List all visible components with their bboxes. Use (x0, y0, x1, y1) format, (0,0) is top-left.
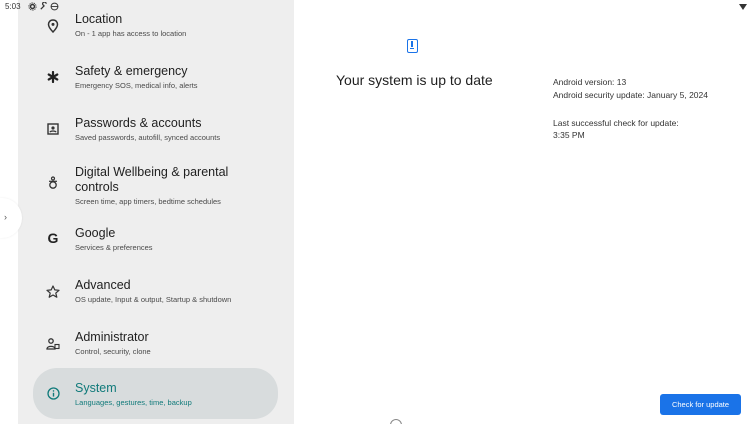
sidebar-item-subtitle: Screen time, app timers, bedtime schedul… (75, 197, 221, 206)
sidebar-item-title: Google (75, 226, 116, 240)
sidebar-item-safety[interactable]: Safety & emergency Emergency SOS, medica… (33, 56, 278, 98)
android-version: Android version: 13 (553, 77, 627, 87)
sidebar-item-google[interactable]: G Google Services & preferences (33, 218, 278, 260)
sidebar-item-title: Digital Wellbeing & parental controls (75, 165, 229, 194)
page-title: Your system is up to date (336, 72, 493, 88)
wifi-icon (739, 4, 747, 10)
sidebar-item-subtitle: Control, security, clone (75, 347, 151, 356)
last-check-label: Last successful check for update: (553, 118, 679, 128)
chevron-right-icon: › (4, 212, 7, 222)
last-check-time: 3:35 PM (553, 130, 585, 140)
sidebar-item-digital-wellbeing[interactable]: Digital Wellbeing & parental controls Sc… (33, 160, 278, 206)
info-icon (45, 385, 61, 401)
admin-icon (45, 335, 61, 351)
security-update: Android security update: January 5, 2024 (553, 90, 708, 100)
sidebar-item-subtitle: OS update, Input & output, Startup & shu… (75, 295, 232, 304)
vpn-icon (50, 2, 59, 11)
sidebar-item-subtitle: On - 1 app has access to location (75, 29, 187, 38)
wellbeing-icon (45, 175, 61, 191)
home-indicator[interactable] (390, 419, 402, 424)
sidebar-item-title: Administrator (75, 330, 149, 344)
wrench-icon (40, 2, 47, 10)
settings-gear-icon (28, 2, 37, 11)
sidebar-item-subtitle: Saved passwords, autofill, synced accoun… (75, 133, 221, 142)
asterisk-icon (45, 69, 61, 85)
sidebar-item-passwords[interactable]: Passwords & accounts Saved passwords, au… (33, 108, 278, 150)
status-bar: 5:03 (0, 0, 753, 16)
account-box-icon (45, 121, 61, 137)
google-icon: G (47, 230, 59, 246)
star-outline-icon (45, 283, 61, 299)
screen: 5:03 Location On - 1 app has access to l… (0, 0, 753, 424)
status-time: 5:03 (5, 2, 21, 11)
sidebar-item-subtitle: Services & preferences (75, 243, 153, 252)
settings-sidebar[interactable]: Location On - 1 app has access to locati… (18, 0, 294, 424)
system-update-icon (407, 39, 418, 53)
sidebar-item-title: System (75, 381, 117, 395)
sidebar-item-title: Passwords & accounts (75, 116, 202, 130)
sidebar-item-system[interactable]: System Languages, gestures, time, backup (33, 368, 278, 419)
sidebar-item-title: Advanced (75, 278, 131, 292)
sidebar-item-title: Safety & emergency (75, 64, 188, 78)
sidebar-item-subtitle: Languages, gestures, time, backup (75, 398, 192, 407)
check-for-update-button[interactable]: Check for update (660, 394, 741, 415)
sidebar-item-subtitle: Emergency SOS, medical info, alerts (75, 81, 198, 90)
location-pin-icon (45, 18, 61, 34)
sidebar-item-advanced[interactable]: Advanced OS update, Input & output, Star… (33, 270, 278, 312)
sidebar-item-administrator[interactable]: Administrator Control, security, clone (33, 322, 278, 364)
